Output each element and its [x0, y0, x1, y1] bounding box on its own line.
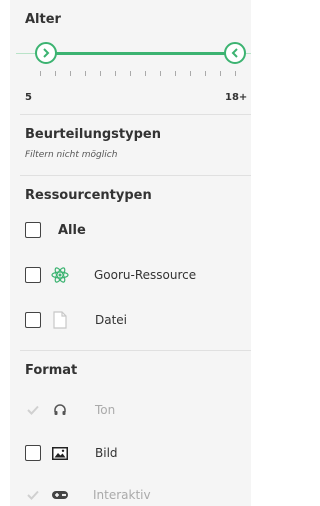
datei-label: Datei	[95, 313, 128, 327]
gooru-label: Gooru-Ressource	[94, 268, 197, 282]
alle-label: Alle	[58, 222, 86, 238]
slider-rail-right	[246, 53, 251, 54]
bild-label: Bild	[95, 446, 118, 460]
ton-label: Ton	[95, 403, 116, 417]
age-max-handle[interactable]	[224, 42, 246, 64]
gooru-checkbox[interactable]	[25, 267, 41, 283]
interaktiv-checkbox	[25, 487, 41, 503]
assessment-title: Beurteilungstypen	[25, 127, 161, 142]
gamepad-icon	[51, 486, 69, 504]
age-min-label: 5	[25, 92, 32, 103]
chevron-left-icon	[231, 48, 238, 58]
bild-checkbox[interactable]	[25, 445, 41, 461]
age-slider-ticks	[40, 71, 239, 77]
divider	[20, 350, 251, 351]
format-option-bild[interactable]: Bild	[25, 443, 118, 463]
format-option-interaktiv: Interaktiv	[25, 485, 151, 505]
atom-icon	[51, 266, 69, 284]
age-max-label: 18+	[225, 92, 248, 103]
format-option-ton: Ton	[25, 400, 115, 420]
divider	[20, 175, 251, 176]
interaktiv-label: Interaktiv	[93, 488, 151, 502]
resource-option-alle[interactable]: Alle	[25, 220, 86, 240]
resource-option-gooru[interactable]: Gooru-Ressource	[25, 265, 196, 285]
chevron-right-icon	[43, 48, 50, 58]
format-title: Format	[25, 363, 78, 378]
resource-option-datei[interactable]: Datei	[25, 310, 127, 330]
file-icon	[51, 311, 69, 329]
age-slider-track[interactable]	[50, 52, 234, 55]
datei-checkbox[interactable]	[25, 312, 41, 328]
image-icon	[51, 444, 69, 462]
alle-checkbox[interactable]	[25, 222, 41, 238]
age-title: Alter	[25, 12, 61, 27]
headphones-icon	[51, 401, 69, 419]
divider	[20, 114, 251, 115]
ton-checkbox	[25, 402, 41, 418]
assessment-note: Filtern nicht möglich	[25, 150, 118, 160]
filter-panel: Alter 5 18+ Beurteilungstypen Filtern ni…	[10, 0, 251, 506]
age-min-handle[interactable]	[35, 42, 57, 64]
resources-title: Ressourcentypen	[25, 188, 152, 203]
